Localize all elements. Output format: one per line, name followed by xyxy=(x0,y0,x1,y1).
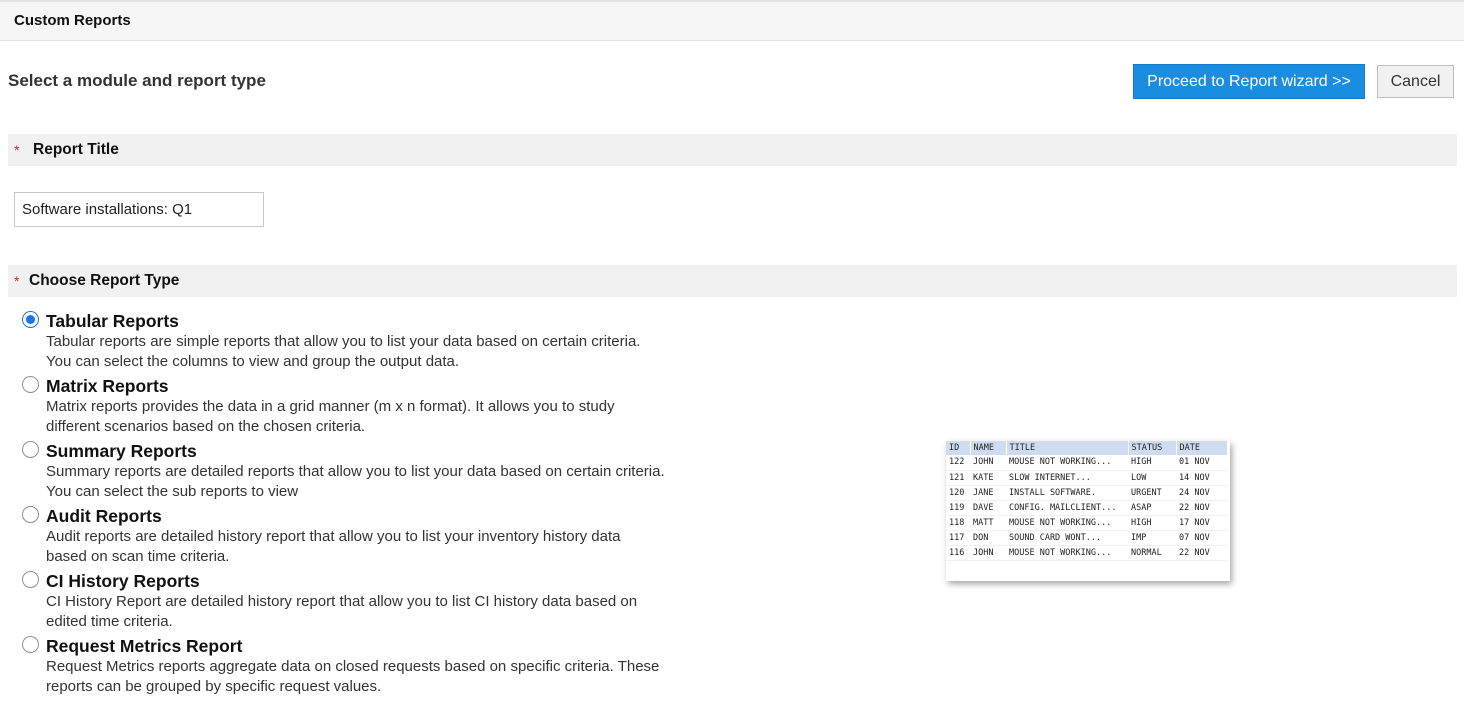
report-title-section: * Report Title xyxy=(8,134,1457,166)
desc-line: reports can be grouped by specific reque… xyxy=(46,677,382,695)
cell: MOUSE NOT WORKING... xyxy=(1006,545,1128,561)
required-marker: * xyxy=(14,273,20,289)
preview-header-row: ID NAME TITLE STATUS DATE xyxy=(946,441,1228,455)
required-marker: * xyxy=(14,142,20,158)
cancel-button[interactable]: Cancel xyxy=(1377,65,1454,98)
page-title: Custom Reports xyxy=(14,12,131,29)
top-bar: Custom Reports xyxy=(0,0,1464,41)
preview-row: 119 DAVE CONFIG. MAILCLIENT... ASAP 22 N… xyxy=(946,500,1228,516)
radio-summary[interactable] xyxy=(22,441,39,458)
cell: IMP xyxy=(1128,530,1176,546)
cell: 07 NOV xyxy=(1176,530,1228,546)
preview-col-status: STATUS xyxy=(1128,441,1177,455)
option-title: Tabular Reports xyxy=(46,311,179,331)
cell: LOW xyxy=(1128,470,1176,486)
proceed-wizard-button[interactable]: Proceed to Report wizard >> xyxy=(1133,64,1365,99)
option-title: Request Metrics Report xyxy=(46,636,243,656)
desc-line: Audit reports are detailed history repor… xyxy=(46,528,621,545)
desc-line: Summary reports are detailed reports tha… xyxy=(46,463,665,480)
preview-row: 116 JOHN MOUSE NOT WORKING... NORMAL 22 … xyxy=(946,545,1228,561)
radio-audit[interactable] xyxy=(22,506,39,523)
preview-row: 121 KATE SLOW INTERNET... LOW 14 NOV xyxy=(946,470,1228,486)
desc-line: Request Metrics reports aggregate data o… xyxy=(46,658,660,675)
cell: URGENT xyxy=(1128,485,1176,501)
cell: 121 xyxy=(946,470,970,486)
option-description: CI History Report are detailed history r… xyxy=(46,592,746,631)
desc-line: different scenarios based on the chosen … xyxy=(46,417,366,435)
cell: HIGH xyxy=(1128,515,1176,531)
radio-matrix[interactable] xyxy=(22,376,39,393)
cell: KATE xyxy=(970,470,1006,486)
desc-line: Matrix reports provides the data in a gr… xyxy=(46,398,615,415)
cell: INSTALL SOFTWARE. xyxy=(1006,485,1128,501)
preview-col-title: TITLE xyxy=(1006,441,1129,455)
cell: NORMAL xyxy=(1128,545,1176,561)
preview-col-id: ID xyxy=(946,441,971,455)
cell: JOHN xyxy=(970,455,1006,471)
cell: MOUSE NOT WORKING... xyxy=(1006,515,1128,531)
cell: 117 xyxy=(946,530,970,546)
cell: 14 NOV xyxy=(1176,470,1228,486)
option-title: Summary Reports xyxy=(46,441,197,461)
cell: DON xyxy=(970,530,1006,546)
preview-row: 120 JANE INSTALL SOFTWARE. URGENT 24 NOV xyxy=(946,485,1228,501)
cell: 01 NOV xyxy=(1176,455,1228,471)
option-title: Matrix Reports xyxy=(46,376,169,396)
cell: 120 xyxy=(946,485,970,501)
option-title: Audit Reports xyxy=(46,506,162,526)
torn-edge-decoration xyxy=(946,567,1230,581)
cell: 17 NOV xyxy=(1176,515,1228,531)
cell: 116 xyxy=(946,545,970,561)
option-description: Request Metrics reports aggregate data o… xyxy=(46,657,746,696)
preview-row: 117 DON SOUND CARD WONT... IMP 07 NOV xyxy=(946,530,1228,546)
preview-row: 118 MATT MOUSE NOT WORKING... HIGH 17 NO… xyxy=(946,515,1228,531)
preview-col-name: NAME xyxy=(970,441,1007,455)
cell: JOHN xyxy=(970,545,1006,561)
desc-line: You can select the sub reports to view xyxy=(46,482,299,500)
option-description: Matrix reports provides the data in a gr… xyxy=(46,397,746,436)
desc-line: You can select the columns to view and g… xyxy=(46,352,460,370)
cell: 22 NOV xyxy=(1176,500,1228,516)
report-type-section: * Choose Report Type xyxy=(8,265,1457,297)
radio-request-metrics[interactable] xyxy=(22,636,39,653)
cell: MOUSE NOT WORKING... xyxy=(1006,455,1128,471)
desc-line: CI History Report are detailed history r… xyxy=(46,593,638,610)
cell: SOUND CARD WONT... xyxy=(1006,530,1128,546)
cell: 119 xyxy=(946,500,970,516)
cell: SLOW INTERNET... xyxy=(1006,470,1128,486)
radio-ci-history[interactable] xyxy=(22,571,39,588)
report-title-input[interactable] xyxy=(14,192,264,227)
preview-table: ID NAME TITLE STATUS DATE 122 JOHN MOUSE… xyxy=(946,441,1228,561)
cell: JANE xyxy=(970,485,1006,501)
report-type-label: Choose Report Type xyxy=(29,272,180,289)
desc-line: based on scan time criteria. xyxy=(46,547,230,565)
option-description: Tabular reports are simple reports that … xyxy=(46,332,746,371)
desc-line: edited time criteria. xyxy=(46,612,173,630)
cell: 24 NOV xyxy=(1176,485,1228,501)
report-preview-image: ID NAME TITLE STATUS DATE 122 JOHN MOUSE… xyxy=(946,441,1230,581)
desc-line: Tabular reports are simple reports that … xyxy=(46,333,641,350)
option-description: Summary reports are detailed reports tha… xyxy=(46,462,746,501)
preview-col-date: DATE xyxy=(1176,441,1228,455)
cell: MATT xyxy=(970,515,1006,531)
report-title-label: Report Title xyxy=(33,141,119,158)
cell: CONFIG. MAILCLIENT... xyxy=(1006,500,1128,516)
cell: DAVE xyxy=(970,500,1006,516)
subheading: Select a module and report type xyxy=(8,71,266,90)
cell: 22 NOV xyxy=(1176,545,1228,561)
cell: 118 xyxy=(946,515,970,531)
cell: 122 xyxy=(946,455,970,471)
option-title: CI History Reports xyxy=(46,571,200,591)
preview-row: 122 JOHN MOUSE NOT WORKING... HIGH 01 NO… xyxy=(946,455,1228,471)
radio-tabular[interactable] xyxy=(22,311,39,328)
option-description: Audit reports are detailed history repor… xyxy=(46,527,746,566)
cell: HIGH xyxy=(1128,455,1176,471)
cell: ASAP xyxy=(1128,500,1176,516)
